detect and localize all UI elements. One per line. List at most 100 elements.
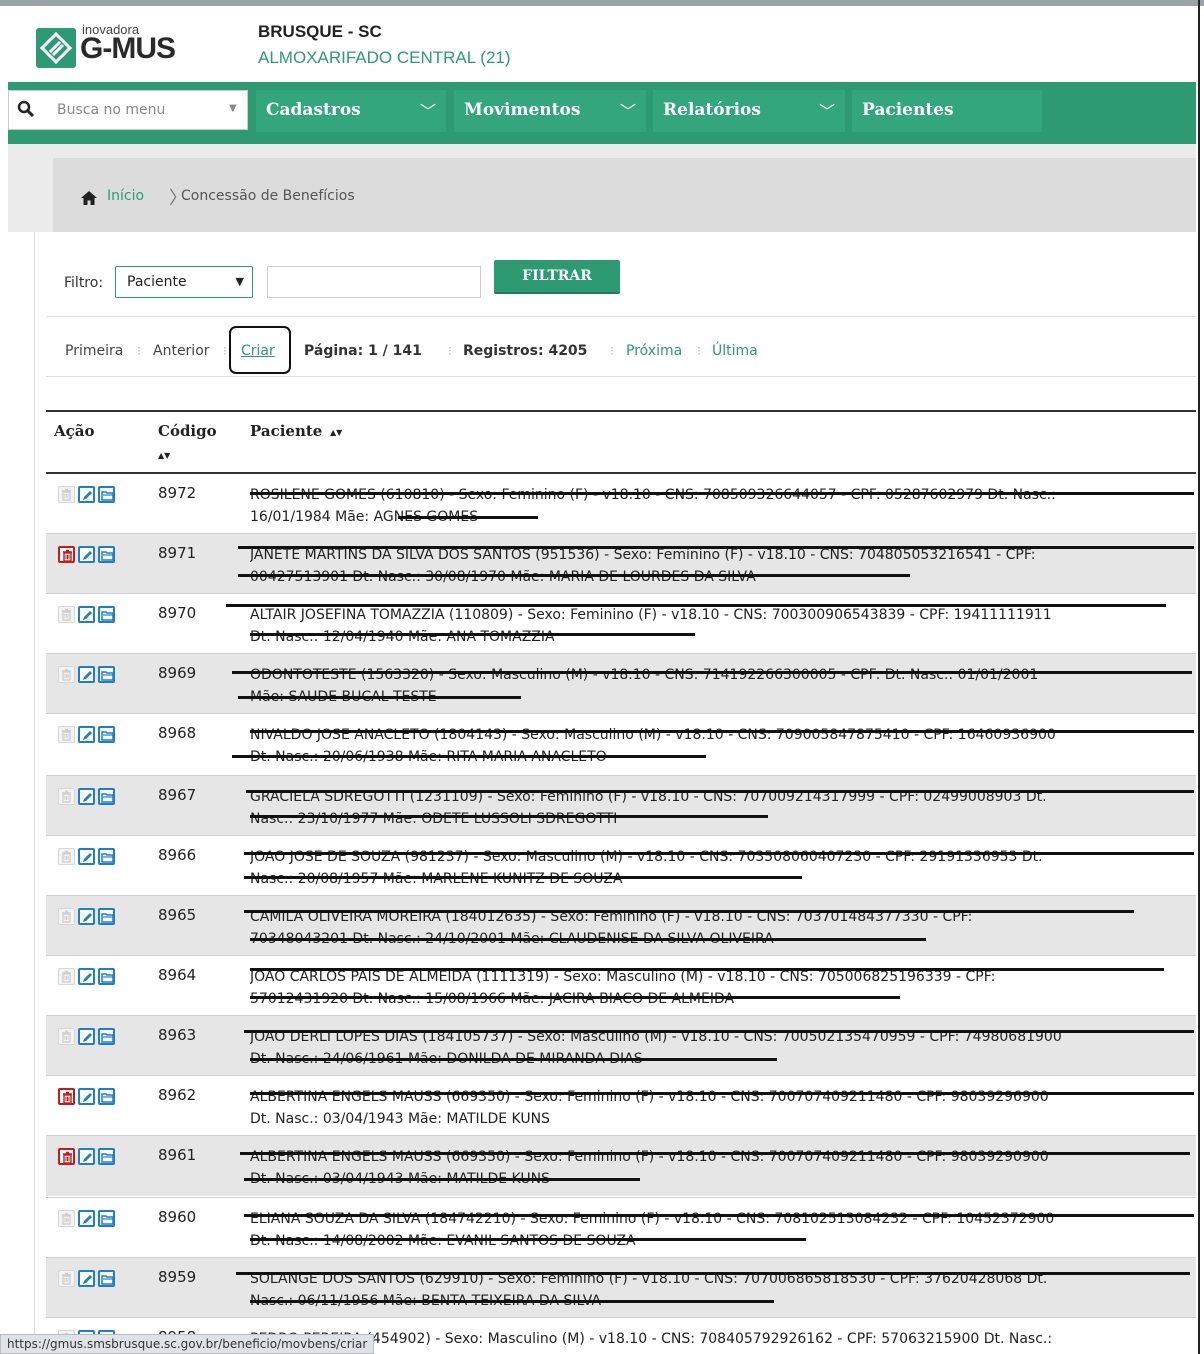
edit-icon[interactable] xyxy=(78,1148,95,1165)
trash-icon xyxy=(58,788,75,805)
nav-pacientes[interactable]: Pacientes xyxy=(852,90,1042,132)
pagination-separator: ⁝ xyxy=(137,344,141,358)
nav-pacientes-label: Pacientes xyxy=(862,100,954,120)
trash-icon[interactable] xyxy=(58,1148,75,1165)
col-header-patient[interactable]: Paciente xyxy=(250,422,322,440)
edit-icon[interactable] xyxy=(78,486,95,503)
table-row: 8967 GRACIELA SDREGOTTI (1231109) - Sexo:… xyxy=(46,776,1196,836)
folder-icon[interactable] xyxy=(98,666,115,683)
logo-title: G-MUS xyxy=(80,32,176,65)
folder-icon[interactable] xyxy=(98,1028,115,1045)
edit-icon[interactable] xyxy=(78,606,95,623)
folder-icon[interactable] xyxy=(98,1088,115,1105)
row-patient-line2: 57012431920 Dt. Nasc.: 15/08/1966 Mãe: J… xyxy=(250,991,735,1007)
city-label: BRUSQUE - SC xyxy=(258,22,382,41)
nav-movimentos[interactable]: Movimentos ﹀ xyxy=(454,90,646,132)
col-header-code[interactable]: Código xyxy=(158,422,217,440)
edit-icon[interactable] xyxy=(78,546,95,563)
sort-icon[interactable]: ▲▼ xyxy=(158,451,170,460)
table-row: 8969 ODONTOTESTE (1563320) - Sexo: Mascul… xyxy=(46,654,1196,714)
edit-icon[interactable] xyxy=(78,788,95,805)
redaction-strike xyxy=(244,1178,640,1181)
row-patient-line1: ALBERTINA ENGELS MAUSS (669350) - Sexo: … xyxy=(250,1089,1049,1105)
row-patient-line2: Dt. Nasc.: 14/08/2002 Mãe: EVANIL SANTOS… xyxy=(250,1233,636,1249)
row-patient-line1: ALBERTINA ENGELS MAUSS (669350) - Sexo: … xyxy=(250,1149,1049,1165)
trash-icon xyxy=(58,726,75,743)
pagination-next[interactable]: Próxima xyxy=(626,343,682,359)
row-patient-line2: Dt. Nasc.: 12/04/1940 Mãe: ANA TOMAZZIA xyxy=(250,629,555,645)
filter-text-input[interactable] xyxy=(267,266,481,298)
edit-icon[interactable] xyxy=(78,908,95,925)
row-actions xyxy=(58,788,118,807)
pagination-separator: ⁝ xyxy=(610,344,614,358)
window-right-border xyxy=(1198,0,1200,1354)
trash-icon[interactable] xyxy=(58,546,75,563)
nav-cadastros[interactable]: Cadastros ﹀ xyxy=(256,90,446,132)
breadcrumb-home-link[interactable]: Início xyxy=(107,188,144,204)
redaction-strike xyxy=(250,1058,777,1061)
unit-label[interactable]: ALMOXARIFADO CENTRAL (21) xyxy=(258,48,511,68)
folder-icon[interactable] xyxy=(98,1270,115,1287)
filter-button[interactable]: FILTRAR xyxy=(494,260,620,294)
trash-icon[interactable] xyxy=(58,1088,75,1105)
edit-icon[interactable] xyxy=(78,848,95,865)
redaction-strike xyxy=(398,516,538,519)
row-code: 8971 xyxy=(158,544,197,562)
folder-icon[interactable] xyxy=(98,486,115,503)
folder-icon[interactable] xyxy=(98,1210,115,1227)
table-row: 8959 SOLANGE DOS SANTOS (629910) - Sexo: … xyxy=(46,1258,1196,1318)
folder-icon[interactable] xyxy=(98,546,115,563)
home-icon[interactable] xyxy=(81,190,97,209)
folder-icon[interactable] xyxy=(98,1148,115,1165)
col-header-action: Ação xyxy=(54,422,95,440)
create-link[interactable]: Criar xyxy=(241,343,275,359)
pagination-last[interactable]: Última xyxy=(712,343,758,359)
row-code: 8964 xyxy=(158,966,197,984)
pagination-previous[interactable]: Anterior xyxy=(153,343,210,359)
redaction-strike xyxy=(238,546,1194,549)
menu-search-input[interactable]: Busca no menu ▼ xyxy=(8,90,248,130)
folder-icon[interactable] xyxy=(98,788,115,805)
row-code: 8970 xyxy=(158,604,197,622)
row-patient: ROSILENE GOMES (610810) - Sexo: Feminino… xyxy=(250,484,1200,528)
chevron-down-icon: ﹀ xyxy=(619,102,636,121)
row-code: 8972 xyxy=(158,484,197,502)
row-patient: JANETE MARTINS DA SILVA DOS SANTOS (9515… xyxy=(250,544,1200,588)
pagination-separator: ⁝ xyxy=(697,344,701,358)
edit-icon[interactable] xyxy=(78,726,95,743)
redaction-strike xyxy=(250,730,1194,733)
folder-icon[interactable] xyxy=(98,968,115,985)
row-code: 8965 xyxy=(158,906,197,924)
row-actions xyxy=(58,726,118,745)
row-patient-line2: Nasc.: 23/10/1977 Mãe: ODETE LUSSOLI SDR… xyxy=(250,811,618,827)
edit-icon[interactable] xyxy=(78,1028,95,1045)
redaction-strike xyxy=(250,996,900,999)
app-header: inovadora G-MUS BRUSQUE - SC ALMOXARIFAD… xyxy=(8,6,1196,82)
redaction-strike xyxy=(250,938,926,941)
row-patient: PEDRO PEREIRA (454902) - Sexo: Masculino… xyxy=(250,1328,1200,1354)
pagination-separator: ⁝ xyxy=(223,344,227,358)
row-patient-line1: ELIANA SOUZA DA SILVA (184742210) - Sexo… xyxy=(250,1211,1055,1227)
nav-cadastros-label: Cadastros xyxy=(266,100,361,120)
folder-icon[interactable] xyxy=(98,848,115,865)
pagination-first[interactable]: Primeira xyxy=(65,343,123,359)
edit-icon[interactable] xyxy=(78,1210,95,1227)
folder-icon[interactable] xyxy=(98,908,115,925)
table-row: 8966 JOAO JOSE DE SOUZA (981237) - Sexo: … xyxy=(46,836,1196,896)
nav-relatorios[interactable]: Relatórios ﹀ xyxy=(653,90,845,132)
edit-icon[interactable] xyxy=(78,968,95,985)
trash-icon xyxy=(58,1028,75,1045)
edit-icon[interactable] xyxy=(78,1270,95,1287)
edit-icon[interactable] xyxy=(78,666,95,683)
chevron-down-icon: ﹀ xyxy=(419,102,436,121)
folder-icon[interactable] xyxy=(98,606,115,623)
sort-icon[interactable]: ▲▼ xyxy=(330,428,342,437)
folder-icon[interactable] xyxy=(98,726,115,743)
row-patient-line1: ROSILENE GOMES (610810) - Sexo: Feminino… xyxy=(250,487,1056,503)
row-code: 8966 xyxy=(158,846,197,864)
filter-select[interactable]: Paciente ▼ xyxy=(115,266,253,298)
row-code: 8969 xyxy=(158,664,197,682)
row-patient-line1: JOAO JOSE DE SOUZA (981237) - Sexo: Masc… xyxy=(250,849,1043,865)
row-patient-line2: Nasc.: 20/08/1957 Mãe: MARLENE KUNITZ DE… xyxy=(250,871,623,887)
edit-icon[interactable] xyxy=(78,1088,95,1105)
